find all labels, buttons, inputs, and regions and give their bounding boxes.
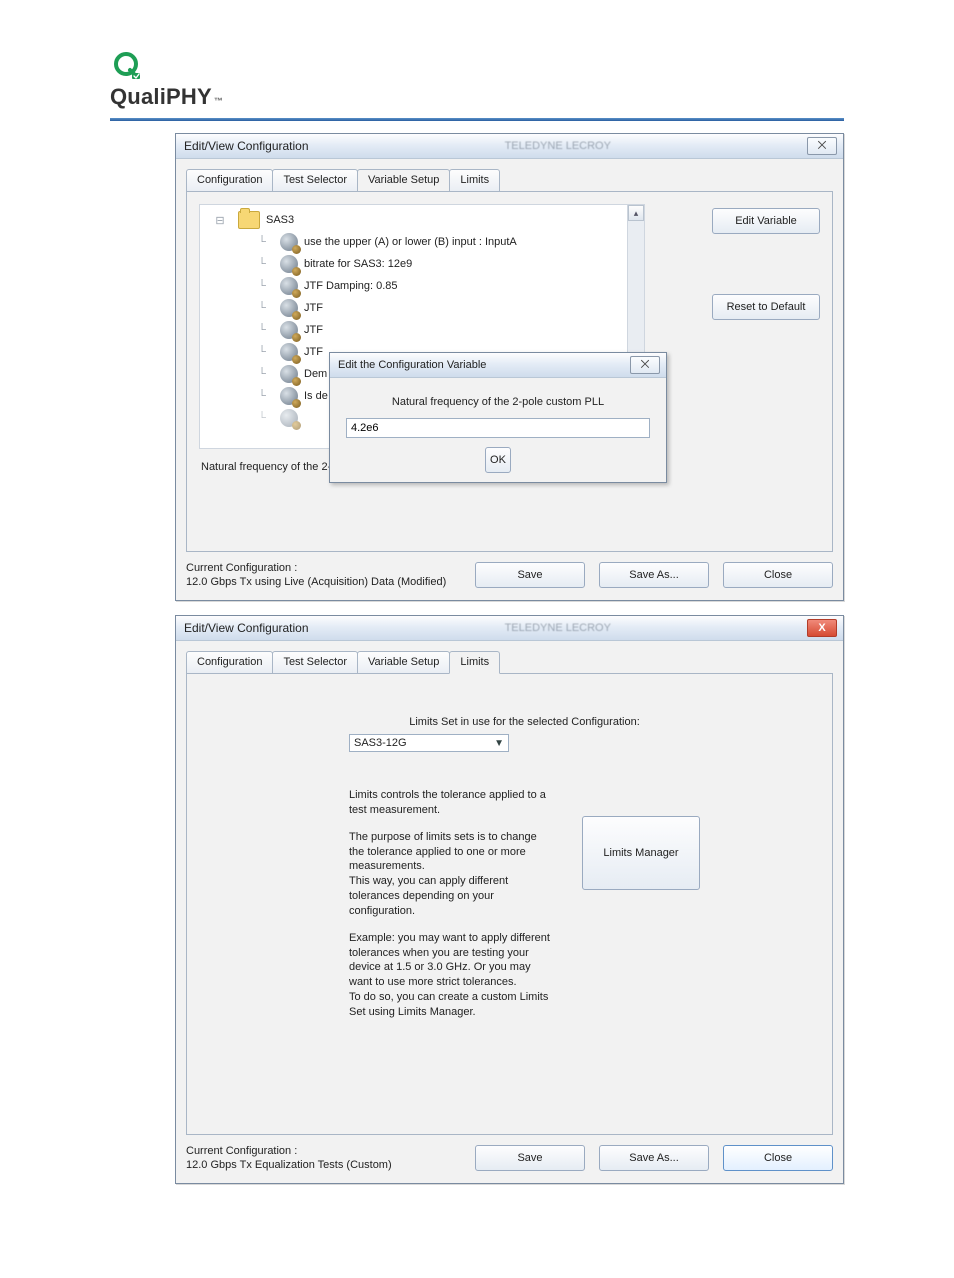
gear-icon [280, 365, 298, 383]
gear-icon [280, 321, 298, 339]
current-config-label: Current Configuration : [186, 562, 446, 574]
tab-configuration[interactable]: Configuration [186, 651, 273, 674]
close-button[interactable]: Close [723, 1145, 833, 1171]
scroll-up-button[interactable]: ▴ [628, 205, 644, 221]
tab-test-selector[interactable]: Test Selector [272, 651, 358, 674]
edit-view-config-window-varsetup: Edit/View Configuration TELEDYNE LECROY … [175, 133, 844, 601]
edit-variable-button[interactable]: Edit Variable [712, 208, 820, 234]
chevron-down-icon: ▼ [494, 738, 504, 749]
titlebar[interactable]: Edit/View Configuration TELEDYNE LECROY … [176, 134, 843, 159]
save-as-button[interactable]: Save As... [599, 1145, 709, 1171]
current-config-value: 12.0 Gbps Tx using Live (Acquisition) Da… [186, 576, 446, 588]
tab-limits[interactable]: Limits [449, 651, 500, 674]
tree-item[interactable]: └JTF [250, 319, 640, 341]
tree-item[interactable]: └use the upper (A) or lower (B) input : … [250, 231, 640, 253]
gear-icon [280, 299, 298, 317]
gear-icon [280, 233, 298, 251]
tree-item[interactable]: └JTF Damping: 0.85 [250, 275, 640, 297]
limits-description: Limits controls the tolerance applied to… [349, 788, 552, 1032]
dialog-close-button[interactable]: ⨉ [630, 356, 660, 374]
logo-icon [110, 50, 144, 84]
dialog-titlebar[interactable]: Edit the Configuration Variable ⨉ [330, 353, 666, 378]
edit-view-config-window-limits: Edit/View Configuration TELEDYNE LECROY … [175, 615, 844, 1184]
close-button[interactable]: Close [723, 562, 833, 588]
gear-icon [280, 277, 298, 295]
limits-set-select[interactable]: SAS3-12G ▼ [349, 734, 509, 752]
logo: QualiPHY ™ [0, 30, 954, 116]
logo-tm: ™ [214, 96, 223, 106]
titlebar-ghost-text: TELEDYNE LECROY [505, 140, 611, 152]
close-window-button[interactable]: ⨉ [807, 137, 837, 155]
limits-manager-button[interactable]: Limits Manager [582, 816, 700, 890]
tab-variable-setup[interactable]: Variable Setup [357, 169, 450, 192]
tab-configuration[interactable]: Configuration [186, 169, 273, 192]
tab-limits[interactable]: Limits [449, 169, 500, 192]
tree-item[interactable]: └JTF [250, 297, 640, 319]
gear-icon [280, 343, 298, 361]
dialog-title: Edit the Configuration Variable [338, 359, 486, 371]
titlebar[interactable]: Edit/View Configuration TELEDYNE LECROY … [176, 616, 843, 641]
tree-root[interactable]: ⊟ SAS3 [208, 209, 640, 231]
save-as-button[interactable]: Save As... [599, 562, 709, 588]
window-title: Edit/View Configuration [184, 139, 309, 153]
edit-variable-dialog: Edit the Configuration Variable ⨉ Natura… [329, 352, 667, 483]
limits-set-value: SAS3-12G [354, 737, 407, 749]
current-config-label: Current Configuration : [186, 1145, 392, 1157]
ok-button[interactable]: OK [485, 447, 511, 473]
window-title: Edit/View Configuration [184, 621, 309, 635]
tab-variable-setup[interactable]: Variable Setup [357, 651, 450, 674]
reset-to-default-button[interactable]: Reset to Default [712, 294, 820, 320]
dialog-description: Natural frequency of the 2-pole custom P… [346, 396, 650, 408]
tabs: Configuration Test Selector Variable Set… [186, 651, 833, 674]
folder-icon [238, 211, 260, 229]
gear-icon [280, 255, 298, 273]
logo-text: QualiPHY [110, 84, 212, 110]
tree-root-label: SAS3 [266, 214, 294, 226]
limits-heading: Limits Set in use for the selected Confi… [349, 716, 700, 728]
tree-item[interactable]: └bitrate for SAS3: 12e9 [250, 253, 640, 275]
header-divider [110, 118, 844, 121]
save-button[interactable]: Save [475, 562, 585, 588]
tab-test-selector[interactable]: Test Selector [272, 169, 358, 192]
save-button[interactable]: Save [475, 1145, 585, 1171]
gear-icon [280, 409, 298, 427]
gear-icon [280, 387, 298, 405]
tabs: Configuration Test Selector Variable Set… [186, 169, 833, 192]
close-window-button[interactable]: X [807, 619, 837, 637]
current-config-value: 12.0 Gbps Tx Equalization Tests (Custom) [186, 1159, 392, 1171]
variable-value-input[interactable] [346, 418, 650, 438]
titlebar-ghost-text: TELEDYNE LECROY [505, 622, 611, 634]
